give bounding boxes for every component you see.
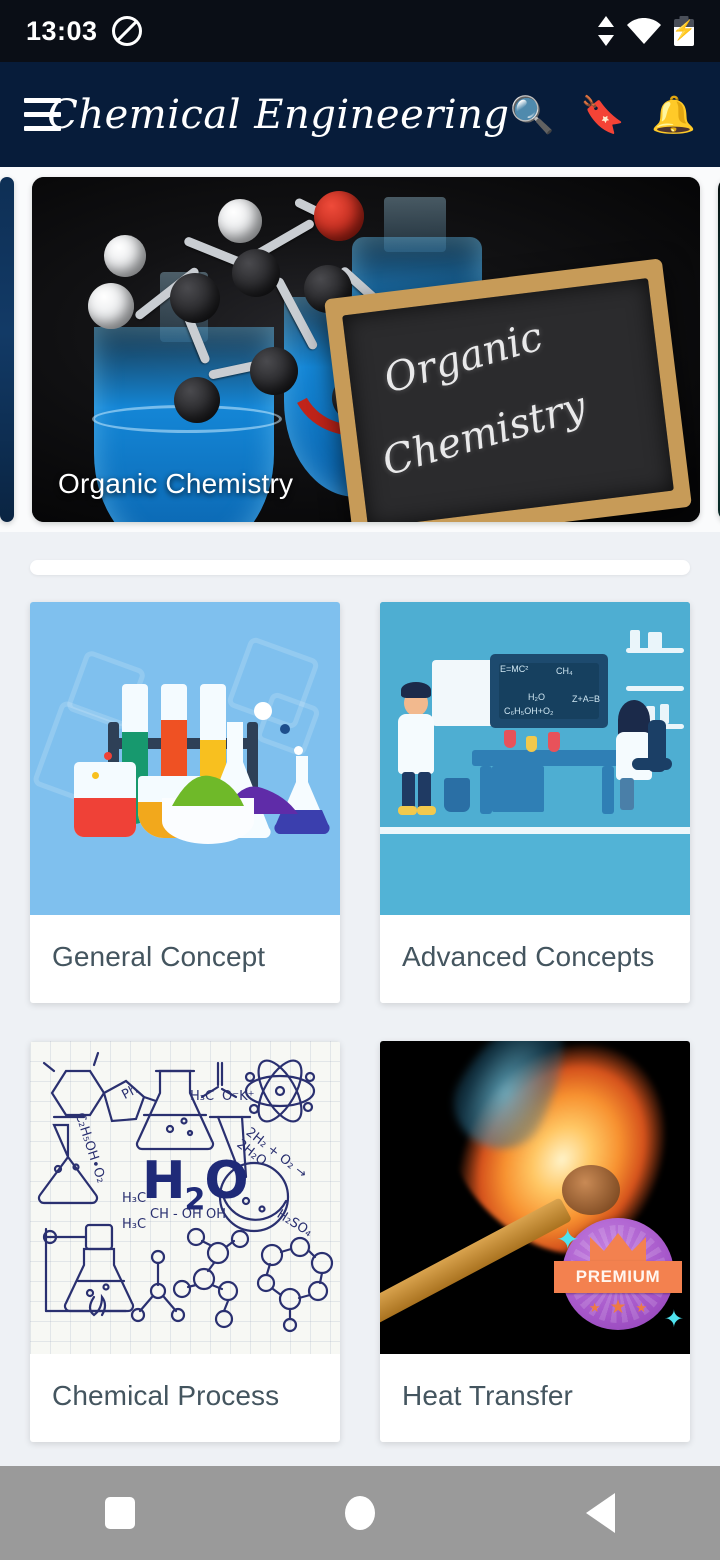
chalkboard-line-2: Chemistry [377,383,592,486]
carousel-slide-caption: Organic Chemistry [58,468,294,499]
category-card-label: General Concept [52,941,266,972]
carousel-slide-current[interactable]: Organic Chemistry Organic Chemistry [32,177,700,522]
featured-carousel[interactable]: Organic Chemistry Organic Chemistry [0,167,720,532]
laboratory-scientists-illustration: E=MC² CH₄ H₂O C₆H₅OH+O₂ Z+A=B [380,602,690,915]
category-card-chemical-process[interactable]: H2O Ph H₃C O⁻K⁺ C₂H₅OH∙O₂ 2H₂ + O₂ → 2H₂… [30,1041,340,1442]
home-circle-icon[interactable] [345,1496,376,1530]
green-powder [172,775,244,806]
app-bar: Chemical Engineering 🔍 🔖 🔔 [0,62,720,167]
strip-zone [0,532,720,602]
chemistry-doodles-illustration: H2O Ph H₃C O⁻K⁺ C₂H₅OH∙O₂ 2H₂ + O₂ → 2H₂… [30,1041,340,1354]
sparkle-icon: ✦ [556,1224,580,1255]
category-card-label: Heat Transfer [402,1380,573,1411]
carousel-slide-previous[interactable] [0,177,14,522]
premium-ribbon: PREMIUM [554,1261,682,1293]
recents-square-icon[interactable] [105,1497,136,1529]
premium-label: PREMIUM [575,1267,661,1286]
android-navigation-bar [0,1466,720,1560]
category-card-label: Chemical Process [52,1380,280,1411]
data-transfer-icon [598,16,614,46]
search-icon[interactable]: 🔍 [510,96,555,133]
app-bar-actions: 🔍 🔖 🔔 [510,96,696,133]
star-icon: ★ [588,1300,601,1315]
bookmark-icon[interactable]: 🔖 [580,96,625,133]
wifi-icon [627,18,661,44]
badge-stars: ★ ★ ★ [562,1298,674,1317]
burning-match-photo: PREMIUM ★ ★ ★ ✦ ✦ [380,1041,690,1354]
category-card-heat-transfer[interactable]: PREMIUM ★ ★ ★ ✦ ✦ Heat Transfer [380,1041,690,1442]
battery-charging-icon: ⚡ [672,16,696,46]
app-screen: 13:03 ⚡ Chemical Engineering 🔍 🔖 🔔 Organ… [0,0,720,1560]
do-not-disturb-icon [111,16,142,46]
empty-white-strip[interactable] [30,559,690,575]
page-title: Chemical Engineering [47,91,510,138]
back-triangle-icon[interactable] [585,1493,615,1533]
sparkle-icon: ✦ [663,1306,684,1333]
category-grid: General Concept E=MC² CH₄ H₂O C₆H₅OH+O₂ … [0,602,720,1442]
notification-bell-icon[interactable]: 🔔 [651,96,696,133]
category-card-general-concept[interactable]: General Concept [30,602,340,1003]
status-bar: 13:03 ⚡ [0,0,720,62]
status-bar-left: 13:03 [26,16,142,47]
star-icon: ★ [609,1297,627,1318]
chalkboard: Organic Chemistry [324,258,692,522]
chalkboard-line-1: Organic [379,313,548,403]
category-card-advanced-concepts[interactable]: E=MC² CH₄ H₂O C₆H₅OH+O₂ Z+A=B Advanced C… [380,602,690,1003]
carousel-track[interactable]: Organic Chemistry Organic Chemistry [0,177,720,522]
lab-glassware-illustration [30,602,340,915]
premium-badge: PREMIUM ★ ★ ★ ✦ ✦ [554,1218,684,1332]
star-icon: ★ [635,1300,648,1315]
status-bar-clock: 13:03 [26,15,98,46]
category-card-label: Advanced Concepts [402,941,655,972]
status-bar-right: ⚡ [598,16,696,46]
organic-chemistry-image: Organic Chemistry Organic Chemistry [32,177,700,522]
